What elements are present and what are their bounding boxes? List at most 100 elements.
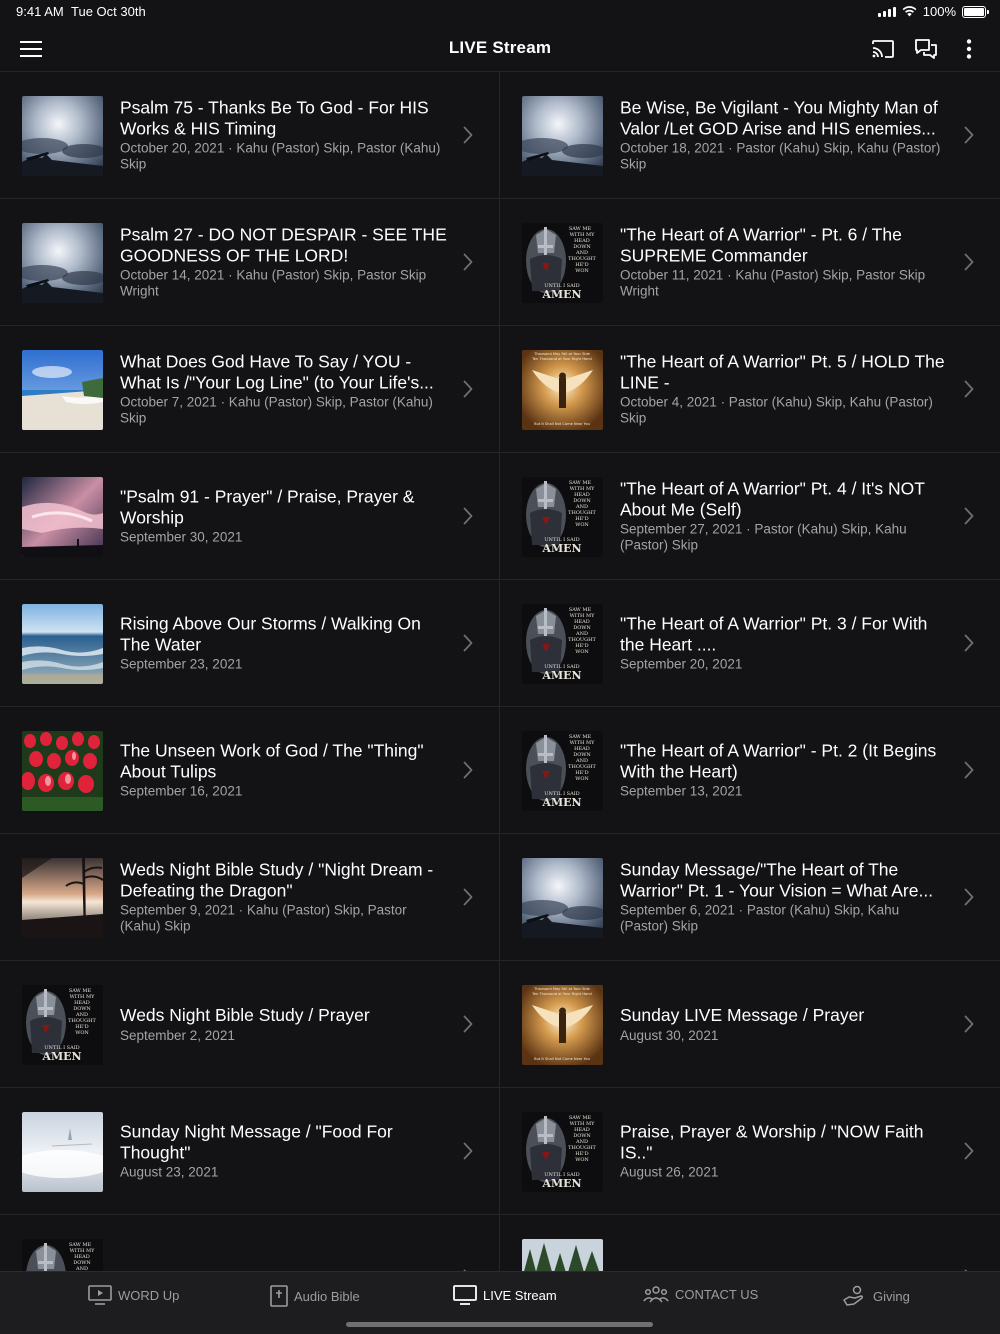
list-item-subtitle: August 26, 2021 — [620, 1164, 719, 1180]
video-thumbnail: SAW ME WITH MY HEAD DOWN AND THOUGHT HE'… — [522, 604, 603, 684]
tab-word-up[interactable]: WORD Up — [88, 1285, 179, 1305]
list-item-text: Sunday Message/"The Heart of The Warrior… — [620, 860, 948, 935]
tab-giving[interactable]: Giving — [843, 1285, 910, 1307]
giving-hand-icon — [843, 1285, 864, 1306]
video-thumbnail: Thousand May Fall at Your Side Ten Thous… — [522, 985, 603, 1065]
thumb-caption: WON — [575, 776, 589, 782]
list-item[interactable]: SAW ME WITH MY HEAD DOWN AND THOUGHT HE'… — [500, 707, 1000, 834]
list-item-title: Weds Night Bible Study / Prayer — [120, 1004, 370, 1025]
list-item-subtitle: September 30, 2021 — [120, 529, 243, 545]
list-item[interactable]: Weds Night Bible Study / "Night Dream - … — [0, 834, 500, 961]
chevron-right-icon — [463, 1142, 473, 1160]
list-item-subtitle: September 27, 2021 · Pastor (Kahu) Skip,… — [620, 521, 907, 553]
video-thumbnail — [22, 731, 103, 811]
battery-percent: 100% — [922, 4, 956, 19]
tab-live-stream[interactable]: LIVE Stream — [453, 1285, 557, 1305]
list-item[interactable]: Thousand May Fall at Your Side Ten Thous… — [500, 326, 1000, 453]
tab-contact-us[interactable]: CONTACT US — [643, 1285, 758, 1303]
list-item[interactable]: SAW ME WITH MY HEAD DOWN AND THOUGHT HE'… — [500, 453, 1000, 580]
video-thumbnail: Thousand May Fall at Your Side Ten Thous… — [522, 350, 603, 430]
list-item-title: "The Heart of A Warrior" - Pt. 6 / The S… — [620, 224, 902, 266]
list-item[interactable]: SAW ME WITH MY HEAD DOWN AND THOUGHT HE'… — [500, 199, 1000, 326]
video-thumbnail: SAW ME WITH MY HEAD DOWN AND THOUGHT HE'… — [522, 477, 603, 557]
list-item-subtitle: September 6, 2021 · Pastor (Kahu) Skip, … — [620, 902, 900, 934]
list-item[interactable]: Psalm 75 - Thanks Be To God - For HIS Wo… — [0, 72, 500, 199]
list-item[interactable]: SAW ME WITH MY HEAD DOWN AND THOUGHT HE'… — [500, 1088, 1000, 1215]
list-item-text: "The Heart of A Warrior" Pt. 4 / It's NO… — [620, 479, 948, 554]
video-thumbnail: SAW ME WITH MY HEAD DOWN AND THOUGHT HE'… — [22, 985, 103, 1065]
list-item-text: Be Wise, Be Vigilant - You Mighty Man of… — [620, 98, 948, 173]
status-date: Tue Oct 30th — [71, 4, 146, 19]
list-item-text: Psalm 27 - DO NOT DESPAIR - SEE THE GOOD… — [120, 225, 447, 300]
status-right: 100% — [877, 4, 989, 19]
stream-list: Psalm 75 - Thanks Be To God - For HIS Wo… — [0, 72, 1000, 1271]
list-item-title: Rising Above Our Storms / Walking On The… — [120, 613, 421, 655]
tv-play-icon — [88, 1285, 112, 1305]
chevron-right-icon — [964, 126, 974, 144]
video-thumbnail: SAW ME WITH MY HEAD DOWN AND THOUGHT HE'… — [22, 1239, 103, 1271]
list-item-text: Rising Above Our Storms / Walking On The… — [120, 614, 447, 673]
thumb-caption: WON — [575, 1157, 589, 1163]
tab-label: LIVE Stream — [483, 1287, 557, 1303]
video-thumbnail — [22, 350, 103, 430]
list-item-text: Weds Night Bible Study / "Night Dream - … — [120, 860, 447, 935]
thumb-caption: AMEN — [541, 542, 581, 555]
list-item[interactable]: Rising Above Our Storms / Walking On The… — [0, 580, 500, 707]
video-thumbnail: SAW ME WITH MY HEAD DOWN AND THOUGHT HE'… — [522, 223, 603, 303]
list-item[interactable]: "Psalm 91 - Prayer" / Praise, Prayer & W… — [0, 453, 500, 580]
list-item-subtitle: September 23, 2021 — [120, 656, 243, 672]
chevron-right-icon — [964, 1015, 974, 1033]
list-item-subtitle: October 11, 2021 · Kahu (Pastor) Skip, P… — [620, 267, 926, 299]
list-item-text: Sunday Night Message / "Food For Thought… — [120, 1122, 447, 1181]
chevron-right-icon — [463, 761, 473, 779]
list-item-title: "The Heart of A Warrior" Pt. 3 / For Wit… — [620, 613, 928, 655]
list-item-subtitle: October 20, 2021 · Kahu (Pastor) Skip, P… — [120, 140, 441, 172]
monitor-icon — [453, 1285, 477, 1305]
list-item-title: Sunday Night Message / "Food For Thought… — [120, 1121, 393, 1163]
list-item-text: Psalm 75 - Thanks Be To God - For HIS Wo… — [120, 98, 447, 173]
list-item[interactable]: SAW ME WITH MY HEAD DOWN AND THOUGHT HE'… — [500, 580, 1000, 707]
list-item[interactable]: The Unseen Work of God / The "Thing" Abo… — [0, 707, 500, 834]
video-thumbnail — [22, 604, 103, 684]
chevron-right-icon — [463, 1015, 473, 1033]
chat-bubbles-icon[interactable] — [911, 34, 941, 64]
tab-label: Giving — [873, 1288, 910, 1304]
list-item[interactable]: Psalm 27 - DO NOT DESPAIR - SEE THE GOOD… — [0, 199, 500, 326]
video-thumbnail — [522, 858, 603, 938]
list-item-text: "The Heart of A Warrior" Pt. 3 / For Wit… — [620, 614, 948, 673]
list-item[interactable]: Sunday Message/"The Heart of The Warrior… — [500, 834, 1000, 961]
list-item[interactable]: What Does God Have To Say / YOU - What I… — [0, 326, 500, 453]
list-item-text: Sunday LIVE Message / Prayer August 30, 2… — [620, 1005, 948, 1044]
list-item[interactable]: Sunday Night Message / Can You Hear — [500, 1215, 1000, 1271]
chevron-right-icon — [463, 253, 473, 271]
list-item-subtitle: September 13, 2021 — [620, 783, 743, 799]
list-item-title: Psalm 27 - DO NOT DESPAIR - SEE THE GOOD… — [120, 224, 447, 266]
more-vertical-icon[interactable] — [954, 34, 984, 64]
thumb-caption: AMEN — [541, 288, 581, 301]
list-item[interactable]: Be Wise, Be Vigilant - You Mighty Man of… — [500, 72, 1000, 199]
thumb-caption: AMEN — [541, 669, 581, 682]
list-item-subtitle: October 4, 2021 · Pastor (Kahu) Skip, Ka… — [620, 394, 933, 426]
list-item-title: "Psalm 91 - Prayer" / Praise, Prayer & W… — [120, 486, 415, 528]
tab-label: Audio Bible — [294, 1288, 360, 1304]
video-thumbnail — [22, 1112, 103, 1192]
list-item-title: Praise, Prayer & Worship / "NOW Faith IS… — [620, 1121, 924, 1163]
list-item-text: Weds Night Bible Study / Prayer September… — [120, 1005, 447, 1044]
chevron-right-icon — [463, 380, 473, 398]
group-icon — [643, 1286, 669, 1303]
chevron-right-icon — [964, 507, 974, 525]
list-item[interactable]: Sunday Night Message / "Food For Thought… — [0, 1088, 500, 1215]
list-item-text: The Unseen Work of God / The "Thing" Abo… — [120, 741, 447, 800]
list-item-subtitle: October 14, 2021 · Kahu (Pastor) Skip, P… — [120, 267, 427, 299]
chevron-right-icon — [964, 761, 974, 779]
tab-audio-bible[interactable]: Audio Bible — [270, 1285, 360, 1307]
list-item[interactable]: Thousand May Fall at Your Side Ten Thous… — [500, 961, 1000, 1088]
chevron-right-icon — [463, 634, 473, 652]
video-thumbnail — [522, 1239, 603, 1271]
list-item-text: "The Heart of A Warrior" - Pt. 6 / The S… — [620, 225, 948, 300]
cast-icon[interactable] — [868, 34, 898, 64]
list-item[interactable]: SAW ME WITH MY HEAD DOWN AND THOUGHT HE'… — [0, 1215, 500, 1271]
tab-label: CONTACT US — [675, 1286, 759, 1302]
list-item[interactable]: SAW ME WITH MY HEAD DOWN AND THOUGHT HE'… — [0, 961, 500, 1088]
thumb-caption: Thousand May Fall at Your Side — [533, 987, 591, 991]
